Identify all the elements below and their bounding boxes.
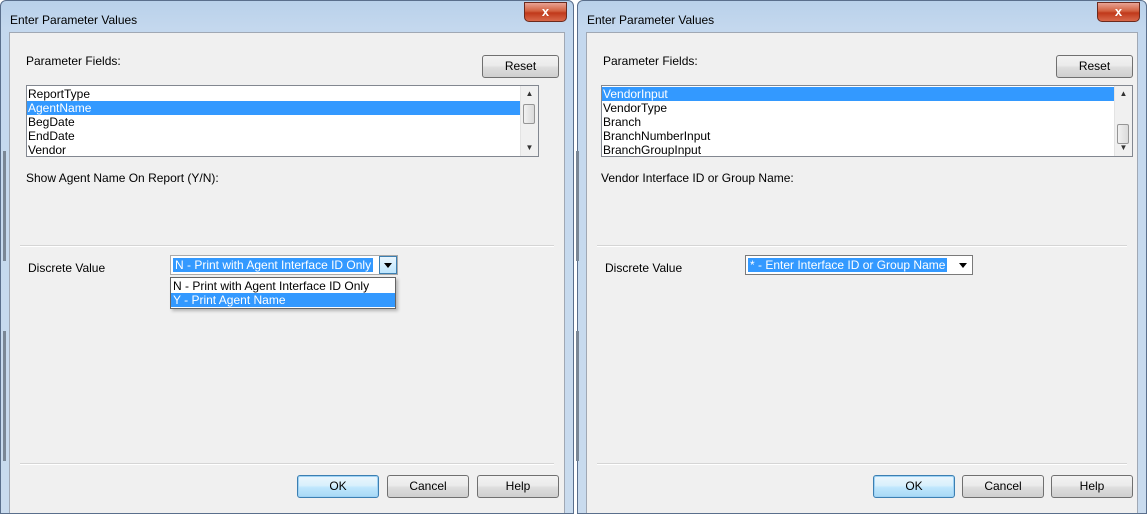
parameter-fields-list[interactable]: ReportType AgentName BegDate EndDate Vendor … [26, 85, 539, 157]
discrete-value-combobox[interactable]: * - Enter Interface ID or Group Name [745, 255, 973, 275]
discrete-value-label: Discrete Value [28, 261, 106, 275]
combobox-selected-text: * - Enter Interface ID or Group Name [748, 258, 948, 272]
list-scrollbar[interactable]: ▲ ▼ [1114, 86, 1132, 156]
separator [597, 245, 1127, 247]
reset-button[interactable]: Reset [482, 55, 559, 78]
close-icon[interactable]: x [524, 2, 567, 22]
combobox-dropdown-button[interactable] [379, 256, 397, 274]
list-item[interactable]: Branch [602, 115, 1132, 129]
list-item[interactable]: VendorInput [602, 87, 1132, 101]
list-item[interactable]: VendorType [602, 101, 1132, 115]
cancel-button[interactable]: Cancel [387, 475, 469, 498]
frame-edge [3, 331, 6, 461]
separator [20, 245, 554, 247]
separator [597, 463, 1127, 465]
ok-button[interactable]: OK [873, 475, 955, 498]
combobox-dropdown-button[interactable] [954, 256, 972, 274]
scroll-down-arrow-icon[interactable]: ▼ [521, 140, 538, 156]
scroll-up-arrow-icon[interactable]: ▲ [1115, 86, 1132, 102]
list-item[interactable]: ReportType [27, 87, 538, 101]
parameter-fields-label: Parameter Fields: [26, 54, 121, 68]
parameter-list-items: ReportType AgentName BegDate EndDate Vendor [27, 86, 538, 156]
scroll-up-arrow-icon[interactable]: ▲ [521, 86, 538, 102]
list-item[interactable]: BranchNumberInput [602, 129, 1132, 143]
separator [20, 463, 554, 465]
combobox-selected-text: N - Print with Agent Interface ID Only [173, 258, 374, 272]
cancel-button[interactable]: Cancel [962, 475, 1044, 498]
dropdown-options: N - Print with Agent Interface ID Only Y … [171, 278, 395, 307]
left-parameter-dialog: Enter Parameter Values x Parameter Field… [0, 0, 574, 514]
frame-edge [3, 151, 6, 261]
discrete-value-dropdown-list[interactable]: N - Print with Agent Interface ID Only Y … [170, 277, 396, 309]
list-item[interactable]: Vendor [27, 143, 538, 156]
title-bar[interactable]: Enter Parameter Values x [578, 1, 1146, 33]
parameter-fields-list[interactable]: VendorInput VendorType Branch BranchNumberI… [601, 85, 1133, 157]
help-button[interactable]: Help [477, 475, 559, 498]
chevron-down-icon [959, 263, 967, 268]
list-item[interactable]: BranchGroupInput [602, 143, 1132, 156]
list-scrollbar[interactable]: ▲ ▼ [520, 86, 538, 156]
discrete-value-combobox[interactable]: N - Print with Agent Interface ID Only [170, 255, 398, 275]
frame-edge [576, 331, 579, 461]
list-item[interactable]: BegDate [27, 115, 538, 129]
dialog-title: Enter Parameter Values [10, 13, 138, 27]
reset-button[interactable]: Reset [1056, 55, 1133, 78]
right-parameter-dialog: Enter Parameter Values x Parameter Field… [576, 0, 1147, 514]
list-item[interactable]: EndDate [27, 129, 538, 143]
help-button[interactable]: Help [1051, 475, 1133, 498]
list-item[interactable]: Y - Print Agent Name [171, 293, 395, 307]
title-bar[interactable]: Enter Parameter Values x [1, 1, 573, 33]
chevron-down-icon [384, 263, 392, 268]
ok-button[interactable]: OK [297, 475, 379, 498]
parameter-list-items: VendorInput VendorType Branch BranchNumberI… [602, 86, 1132, 156]
parameter-prompt: Vendor Interface ID or Group Name: [601, 171, 794, 185]
scroll-thumb[interactable] [523, 104, 535, 124]
parameter-prompt: Show Agent Name On Report (Y/N): [26, 171, 219, 185]
list-item[interactable]: AgentName [27, 101, 538, 115]
scroll-down-arrow-icon[interactable]: ▼ [1115, 140, 1132, 156]
dialog-client-area: Parameter Fields: Reset ReportType AgentN… [9, 32, 565, 513]
dialog-title: Enter Parameter Values [587, 13, 715, 27]
close-icon[interactable]: x [1097, 2, 1140, 22]
frame-edge [576, 151, 579, 261]
parameter-fields-label: Parameter Fields: [603, 54, 698, 68]
list-item[interactable]: N - Print with Agent Interface ID Only [171, 279, 395, 293]
dialog-client-area: Parameter Fields: Reset VendorInput Vendo… [586, 32, 1138, 513]
discrete-value-label: Discrete Value [605, 261, 683, 275]
